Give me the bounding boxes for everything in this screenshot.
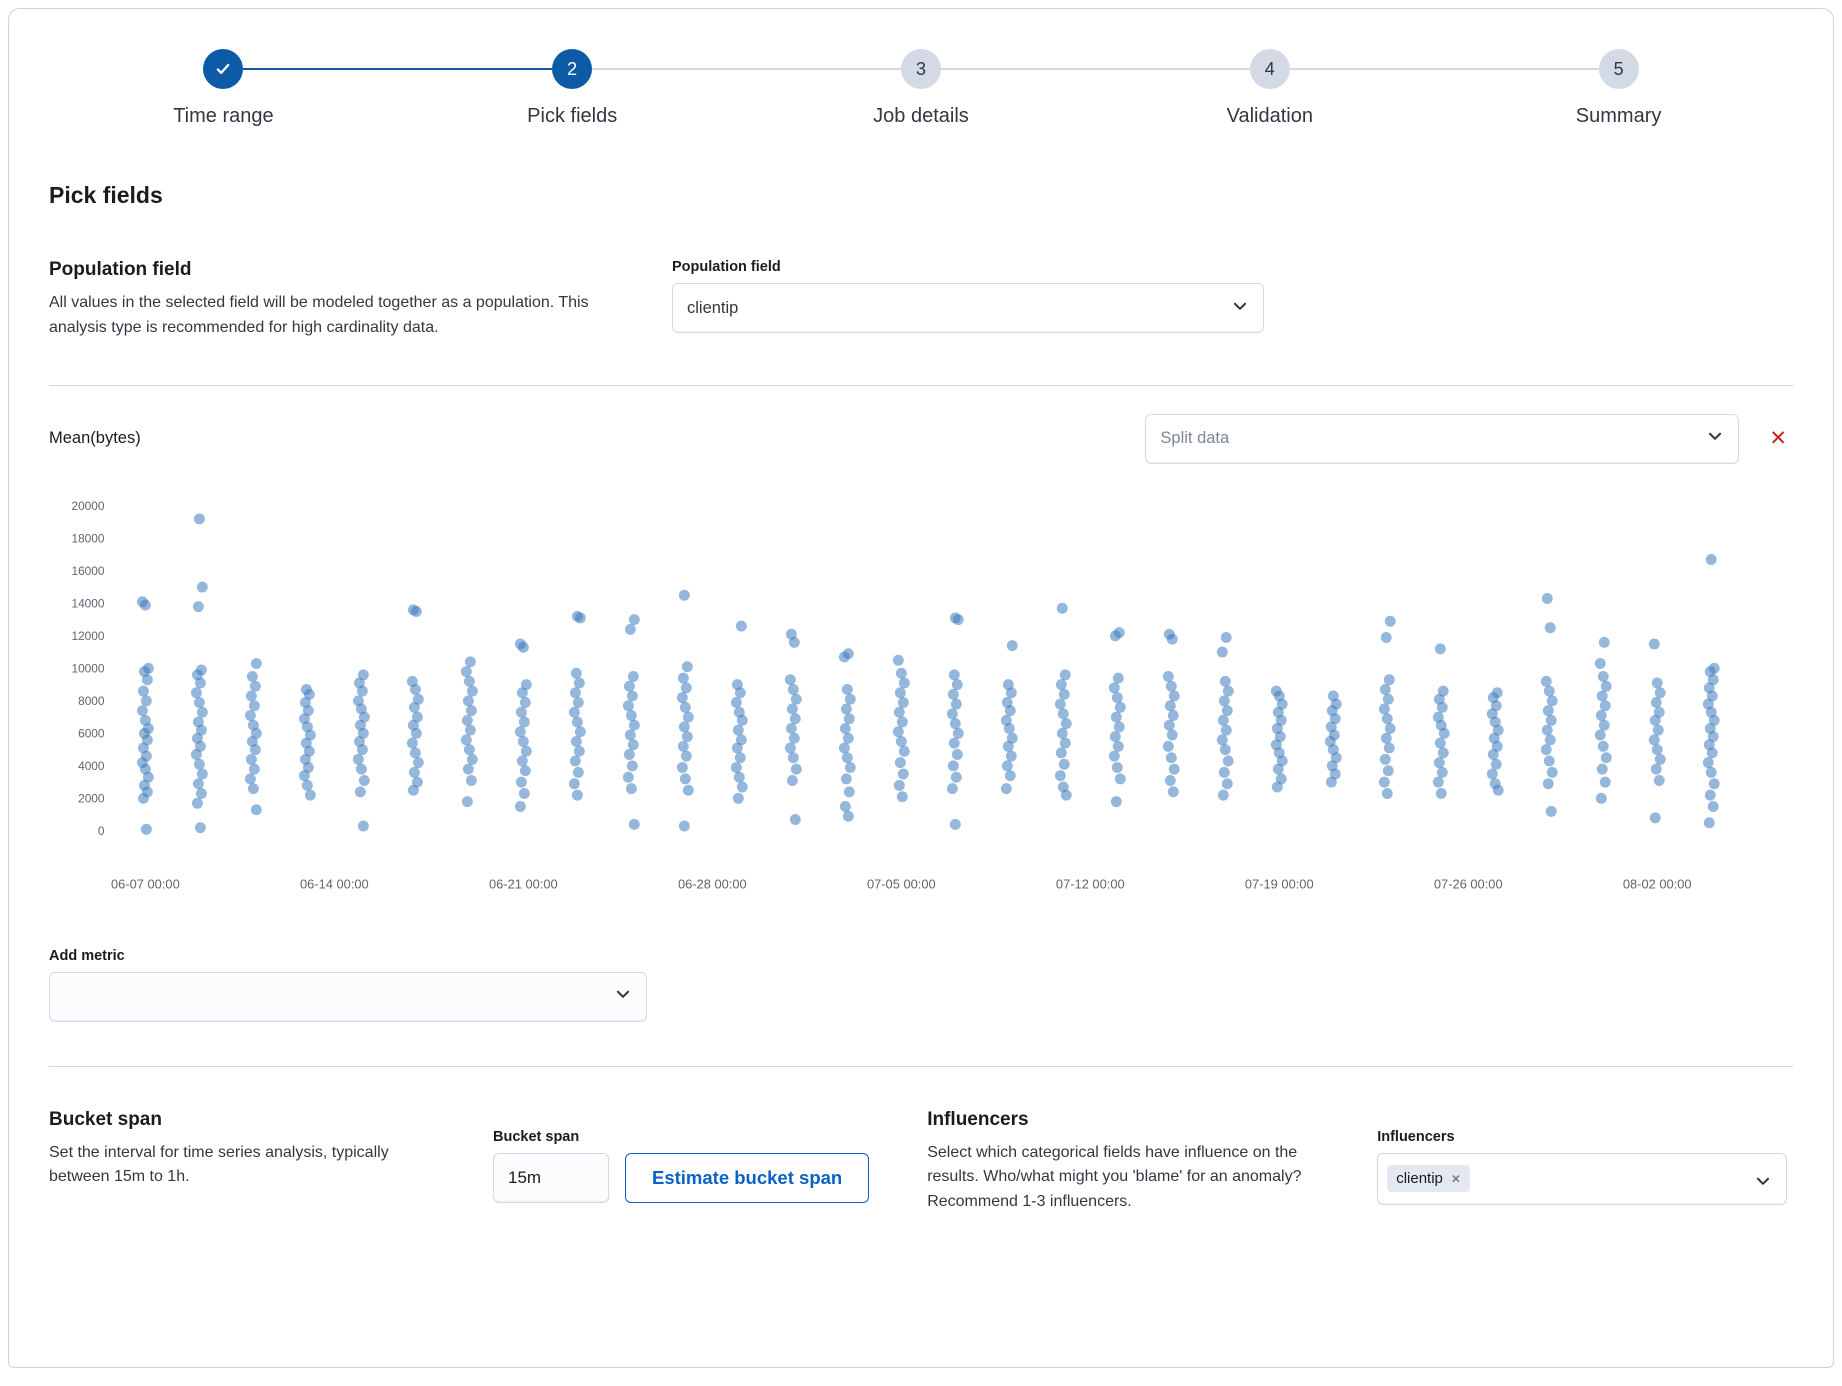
svg-text:07-26 00:00: 07-26 00:00: [1434, 876, 1503, 891]
influencer-tag-label: clientip: [1396, 1170, 1443, 1187]
influencers-field-label: Influencers: [1377, 1129, 1787, 1145]
svg-text:06-07 00:00: 06-07 00:00: [111, 876, 180, 891]
svg-text:06-21 00:00: 06-21 00:00: [489, 876, 558, 891]
population-field-select[interactable]: clientip: [672, 283, 1264, 333]
split-data-placeholder: Split data: [1160, 429, 1229, 448]
add-metric-select[interactable]: [49, 972, 647, 1022]
step-label: Job details: [873, 105, 969, 128]
step-number: 3: [901, 49, 941, 89]
step-job-details: 3 Job details: [747, 49, 1096, 128]
population-heading: Population field: [49, 259, 644, 281]
step-connector: [398, 68, 552, 70]
remove-influencer-icon[interactable]: ✕: [1451, 1172, 1461, 1186]
step-connector: [1444, 68, 1598, 70]
svg-text:2000: 2000: [78, 791, 105, 805]
svg-text:18000: 18000: [71, 531, 104, 545]
svg-text:16000: 16000: [71, 563, 104, 577]
svg-text:10000: 10000: [71, 661, 104, 675]
step-label: Validation: [1227, 105, 1313, 128]
step-number: 4: [1250, 49, 1290, 89]
metric-section-header: Mean(bytes) Split data ✕: [49, 414, 1793, 464]
influencers-description: Select which categorical fields have inf…: [927, 1141, 1351, 1215]
step-validation: 4 Validation: [1095, 49, 1444, 128]
add-metric-section: Add metric: [49, 948, 1793, 1022]
svg-text:07-12 00:00: 07-12 00:00: [1056, 876, 1125, 891]
svg-text:07-05 00:00: 07-05 00:00: [867, 876, 936, 891]
svg-text:8000: 8000: [78, 693, 105, 707]
step-label: Summary: [1576, 105, 1662, 128]
divider: [49, 385, 1793, 386]
bucket-span-heading: Bucket span: [49, 1109, 449, 1131]
svg-text:06-14 00:00: 06-14 00:00: [300, 876, 369, 891]
bucket-span-description: Set the interval for time series analysi…: [49, 1141, 449, 1191]
influencers-combo-box[interactable]: clientip ✕: [1377, 1153, 1787, 1205]
wizard-steps: Time range 2 Pick fields 3 Job details 4…: [49, 9, 1793, 128]
svg-text:14000: 14000: [71, 596, 104, 610]
chevron-down-icon: [1706, 427, 1724, 450]
page-title: Pick fields: [49, 182, 1793, 209]
svg-text:4000: 4000: [78, 758, 105, 772]
population-section: Population field All values in the selec…: [49, 259, 1793, 341]
step-connector: [1095, 68, 1249, 70]
step-connector: [747, 68, 901, 70]
chevron-down-icon: [1231, 297, 1249, 320]
step-number: 5: [1599, 49, 1639, 89]
step-connector: [243, 68, 397, 70]
step-connector: [941, 68, 1095, 70]
svg-text:07-19 00:00: 07-19 00:00: [1245, 876, 1314, 891]
split-data-select[interactable]: Split data: [1145, 414, 1739, 464]
population-description: All values in the selected field will be…: [49, 291, 644, 341]
svg-text:08-02 00:00: 08-02 00:00: [1623, 876, 1692, 891]
population-field-value: clientip: [687, 299, 738, 318]
step-connector: [1290, 68, 1444, 70]
metric-scatter-chart-container: 2000018000160001400012000100008000600040…: [49, 490, 1793, 918]
svg-text:20000: 20000: [71, 498, 104, 512]
scatter-chart: 2000018000160001400012000100008000600040…: [49, 490, 1793, 918]
svg-text:12000: 12000: [71, 628, 104, 642]
bottom-section: Bucket span Set the interval for time se…: [49, 1109, 1793, 1215]
chevron-down-icon: [614, 985, 632, 1008]
step-label: Pick fields: [527, 105, 617, 128]
svg-text:0: 0: [98, 823, 105, 837]
bucket-span-input[interactable]: [493, 1153, 609, 1203]
step-time-range[interactable]: Time range: [49, 49, 398, 128]
influencers-heading: Influencers: [927, 1109, 1351, 1131]
chevron-down-icon: [1754, 1172, 1772, 1195]
influencer-tag: clientip ✕: [1387, 1165, 1470, 1192]
estimate-bucket-span-button[interactable]: Estimate bucket span: [625, 1153, 869, 1203]
step-connector: [592, 68, 746, 70]
divider: [49, 1066, 1793, 1067]
step-complete-check-icon: [203, 49, 243, 89]
wizard-card: Time range 2 Pick fields 3 Job details 4…: [8, 8, 1834, 1368]
svg-text:6000: 6000: [78, 726, 105, 740]
step-summary: 5 Summary: [1444, 49, 1793, 128]
step-number: 2: [552, 49, 592, 89]
population-field-label: Population field: [672, 259, 1264, 275]
svg-text:06-28 00:00: 06-28 00:00: [678, 876, 747, 891]
add-metric-label: Add metric: [49, 948, 1793, 964]
remove-metric-icon[interactable]: ✕: [1769, 428, 1787, 449]
bucket-span-field-label: Bucket span: [493, 1129, 869, 1145]
metric-title: Mean(bytes): [49, 429, 141, 448]
step-label: Time range: [173, 105, 273, 128]
step-pick-fields[interactable]: 2 Pick fields: [398, 49, 747, 128]
